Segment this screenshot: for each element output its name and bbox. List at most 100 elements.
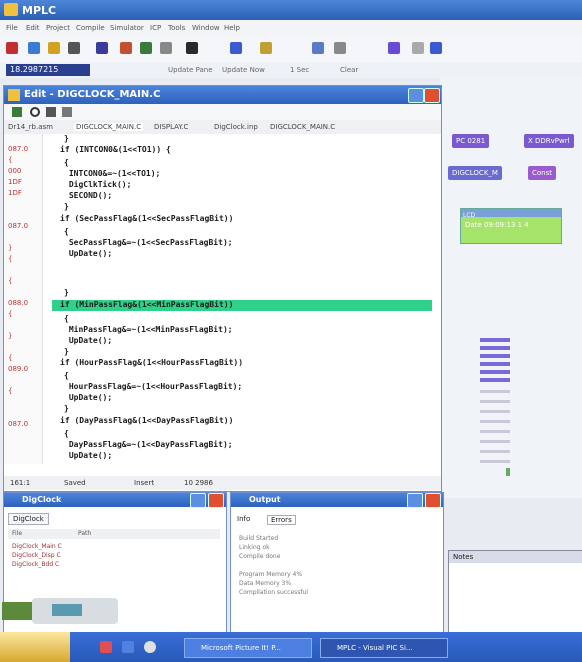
window-icon[interactable] — [430, 42, 442, 54]
close-icon[interactable] — [424, 88, 440, 103]
quicklaunch-icon[interactable] — [122, 641, 134, 653]
lcd-header: LCD — [461, 209, 561, 219]
code-line: { — [64, 371, 69, 380]
tab-errors[interactable]: Errors — [267, 515, 296, 525]
col-file: File — [12, 530, 23, 537]
tab-display[interactable]: DISPLAY.C — [154, 123, 188, 131]
code-line: } — [64, 404, 69, 413]
editor-status-bar: 161:1 Saved Insert 10 2986 — [4, 476, 441, 490]
line-number: 1DF — [8, 178, 22, 186]
run-icon[interactable] — [230, 42, 242, 54]
const-combo[interactable]: Const — [528, 166, 556, 180]
menu-edit[interactable]: Edit — [26, 24, 40, 32]
menu-help[interactable]: Help — [224, 24, 240, 32]
editor-title: Edit - DIGCLOCK_MAIN.C — [24, 89, 161, 100]
output-line: Compile done — [239, 553, 281, 560]
open-icon[interactable] — [28, 42, 40, 54]
line-number: 087.0 — [8, 222, 29, 230]
save-state: Saved — [64, 479, 86, 487]
line-number: 087.0 — [8, 420, 29, 428]
clear-button[interactable]: Clear — [340, 66, 358, 74]
copy-icon[interactable] — [120, 42, 132, 54]
cursor-position: 161:1 — [10, 479, 31, 487]
minimize-icon[interactable] — [190, 493, 206, 508]
code-line: } — [64, 134, 69, 143]
tab-digclock[interactable]: DigClock — [8, 513, 49, 525]
tab-main[interactable]: DIGCLOCK_MAIN.C — [74, 123, 144, 131]
editor-tabs: Dr14_rb.asm DIGCLOCK_MAIN.C DISPLAY.C Di… — [4, 120, 441, 134]
save-icon[interactable] — [48, 42, 60, 54]
list-item[interactable]: DigClock_Disp C — [12, 552, 61, 559]
output-title: Output — [249, 495, 281, 504]
task-mplc[interactable]: MPLC - Visual PIC Si... — [320, 638, 448, 658]
app-icon — [4, 3, 18, 16]
start-button[interactable] — [0, 632, 70, 662]
watch-icon[interactable] — [334, 42, 346, 54]
quicklaunch-icon[interactable] — [144, 641, 156, 653]
task-picture-it[interactable]: Microsoft Picture It! P... — [184, 638, 312, 658]
line-number: { — [8, 387, 13, 395]
line-number: 087.0 — [8, 145, 29, 153]
list-item[interactable]: DigClock_Main C — [12, 543, 62, 550]
notes-window: Notes — [448, 550, 582, 634]
code-line: HourPassFlag&=~(1<<HourPassFlagBit); — [64, 382, 243, 391]
code-line: { — [64, 314, 69, 323]
paste-icon[interactable] — [140, 42, 152, 54]
new-icon[interactable] — [6, 42, 18, 54]
menu-compile[interactable]: Compile — [76, 24, 105, 32]
print-file-icon[interactable] — [62, 107, 72, 117]
ddr-button[interactable]: X DDRvPwrl — [524, 134, 574, 148]
bookmark-icon[interactable] — [46, 107, 56, 117]
lcd-text: Date 09:09:13 1 4 — [465, 221, 529, 229]
minimize-all-icon[interactable] — [412, 42, 424, 54]
tab-asm[interactable]: Dr14_rb.asm — [8, 123, 53, 131]
update-now-button[interactable]: Update Now — [222, 66, 265, 74]
quicklaunch-icon[interactable] — [100, 641, 112, 653]
code-line: if (DayPassFlag&(1<<DayPassFlagBit)) — [60, 416, 234, 425]
compile-file-icon[interactable] — [12, 107, 22, 117]
menu-project[interactable]: Project — [46, 24, 70, 32]
chip-icon[interactable] — [388, 42, 400, 54]
editor-window: Edit - DIGCLOCK_MAIN.C Dr14_rb.asm DIGCL… — [3, 85, 442, 492]
editor-toolbar — [4, 104, 441, 120]
line-number: { — [8, 354, 13, 362]
line-number: 000 — [8, 167, 22, 175]
code-line: { — [64, 158, 69, 167]
code-line: UpDate(); — [64, 451, 113, 460]
tab-digclock-inp[interactable]: DigClock.inp — [214, 123, 258, 131]
code-area[interactable]: } if (INTCON0&(1<<TO1)) { { INTCON0&=~(1… — [44, 134, 439, 464]
find-icon[interactable] — [160, 42, 172, 54]
print-icon[interactable] — [68, 42, 80, 54]
minimize-icon[interactable] — [407, 493, 423, 508]
cut-icon[interactable] — [96, 42, 108, 54]
memory-icon[interactable] — [312, 42, 324, 54]
menu-file[interactable]: File — [6, 24, 18, 32]
simulator-panel: PC 0281 X DDRvPwrl DIGCLOCK_M Const LCD … — [440, 78, 582, 498]
menu-window[interactable]: Window — [192, 24, 220, 32]
main-toolbar — [0, 36, 582, 63]
editor-icon — [8, 89, 20, 101]
output-title-bar: Output — [231, 493, 443, 508]
code-line: SecPassFlag&=~(1<<SecPassFlagBit); — [64, 238, 233, 247]
module-combo[interactable]: DIGCLOCK_M — [448, 166, 502, 180]
menu-tools[interactable]: Tools — [168, 24, 185, 32]
minimize-icon[interactable] — [408, 88, 424, 103]
compile-icon[interactable] — [186, 42, 198, 54]
code-line: MinPassFlag&=~(1<<MinPassFlagBit); — [64, 325, 233, 334]
menu-icp[interactable]: ICP — [150, 24, 161, 32]
close-icon[interactable] — [425, 493, 441, 508]
app-title-bar: MPLC — [0, 0, 582, 20]
step-icon[interactable] — [260, 42, 272, 54]
usb-device-image — [2, 598, 118, 624]
output-line: Program Memory 4% — [239, 571, 303, 578]
close-icon[interactable] — [208, 493, 224, 508]
list-item[interactable]: DigClock_Bdd C — [12, 561, 59, 568]
address-field[interactable]: 18.2987215 — [6, 64, 90, 76]
search-icon[interactable] — [30, 107, 40, 117]
tab-main-2[interactable]: DIGCLOCK_MAIN.C — [270, 123, 335, 131]
update-pane-button[interactable]: Update Pane — [168, 66, 213, 74]
pc-button[interactable]: PC 0281 — [452, 134, 490, 148]
interval-select[interactable]: 1 Sec — [290, 66, 309, 74]
tab-info[interactable]: Info — [237, 515, 250, 523]
menu-simulator[interactable]: Simulator — [110, 24, 144, 32]
